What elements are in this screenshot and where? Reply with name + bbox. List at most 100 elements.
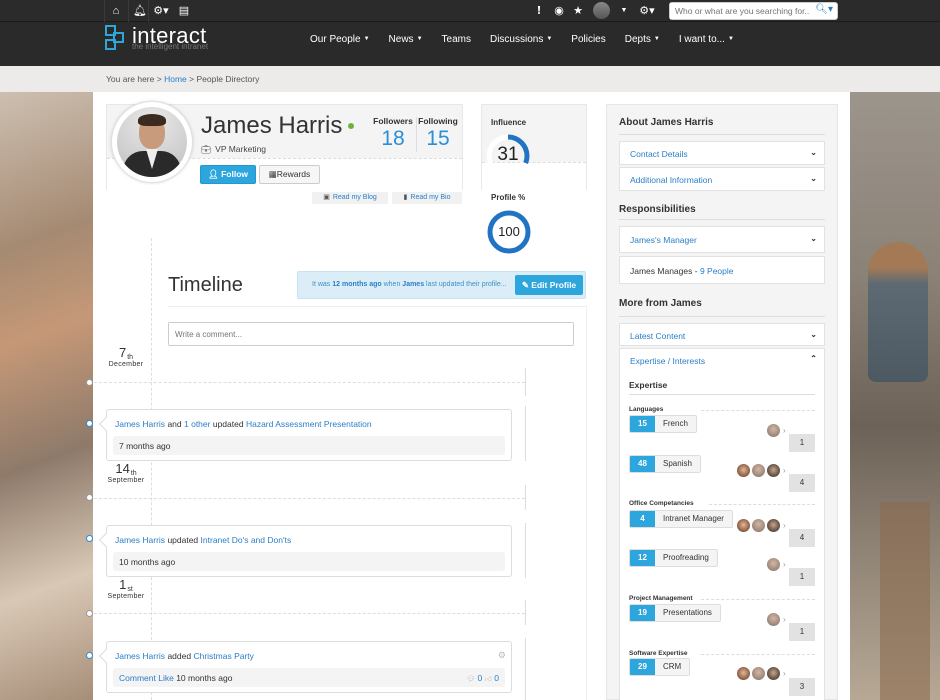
endorser-avatar[interactable] — [767, 424, 780, 437]
skill-tag[interactable]: 15 French — [629, 415, 697, 433]
endorser-avatar[interactable] — [767, 667, 780, 680]
endorser-avatar[interactable] — [737, 519, 750, 532]
activity-object-link[interactable]: Christmas Party — [193, 651, 253, 661]
endorser-avatar[interactable] — [752, 464, 765, 477]
read-bio-link[interactable]: ▮ Read my Bio — [392, 192, 462, 204]
edit-profile-button[interactable]: ✎ Edit Profile — [515, 275, 583, 295]
accordion-label: Contact Details — [630, 149, 688, 159]
user-avatar[interactable] — [593, 2, 610, 19]
activity-actor-link[interactable]: James Harris — [115, 419, 165, 429]
chevron-right-icon[interactable]: › — [783, 521, 786, 530]
endorser-avatar[interactable] — [752, 667, 765, 680]
nav-item-our-people[interactable]: Our People ▼ — [310, 34, 370, 45]
home-icon[interactable]: ⌂ — [108, 3, 124, 19]
gear-icon[interactable]: ⚙ — [498, 650, 506, 661]
expertise-accordion[interactable]: Expertise / Interests ⌃ — [619, 348, 825, 372]
follow-button[interactable]: 👤︎ Follow — [200, 165, 256, 184]
accordion-label: James's Manager — [630, 235, 697, 245]
endorsement-count: 29 — [630, 659, 655, 675]
endorser-avatar[interactable] — [767, 464, 780, 477]
skill-tag[interactable]: 4 Intranet Manager — [629, 510, 733, 528]
skill-tag[interactable]: 19 Presentations — [629, 604, 721, 622]
nav-item-policies[interactable]: Policies — [571, 34, 605, 45]
rewards-button[interactable]: ▦Rewards — [259, 165, 320, 184]
search-icon[interactable]: 🔍︎▾ — [815, 4, 833, 15]
endorsers[interactable]: › — [765, 613, 786, 626]
following-stat[interactable]: Following 15 — [418, 116, 458, 151]
followers-stat[interactable]: Followers 18 — [373, 116, 413, 151]
settings-icon[interactable]: ⚙▾ — [639, 3, 655, 19]
read-blog-link[interactable]: ▣ Read my Blog — [312, 192, 388, 204]
endorser-total[interactable]: 3 — [789, 678, 815, 696]
endorser-avatar[interactable] — [767, 558, 780, 571]
chevron-right-icon[interactable]: › — [783, 466, 786, 475]
endorser-total[interactable]: 4 — [789, 474, 815, 492]
nav-item-label: Policies — [571, 34, 606, 45]
chevron-right-icon[interactable]: › — [783, 615, 786, 624]
comment-input[interactable] — [169, 323, 573, 345]
manager-accordion[interactable]: James's Manager ⌄ — [619, 226, 825, 253]
nav-item-depts[interactable]: Depts ▼ — [625, 34, 660, 45]
skill-name: Spanish — [655, 456, 700, 472]
timeline-node — [86, 379, 93, 386]
activity-object-link[interactable]: Hazard Assessment Presentation — [246, 419, 372, 429]
endorser-avatar[interactable] — [767, 519, 780, 532]
endorser-avatar[interactable] — [737, 667, 750, 680]
nav-item-teams[interactable]: Teams — [442, 34, 471, 45]
comment-box — [168, 322, 574, 346]
edit-profile-label: Edit Profile — [531, 280, 577, 290]
activity-counts: 💬︎ 0 👍︎ 0 — [466, 673, 499, 683]
star-icon[interactable]: ★ — [570, 3, 586, 19]
latest-content-accordion[interactable]: Latest Content ⌄ — [619, 323, 825, 346]
nav-item-news[interactable]: News ▼ — [389, 34, 423, 45]
search-box: 🔍︎▾ — [669, 2, 838, 20]
endorsers[interactable]: › — [765, 424, 786, 437]
gear-dropdown-icon[interactable]: ⚙▾ — [153, 3, 169, 19]
nav-menu: Our People ▼ News ▼ Teams Discussions ▼ Policie… — [310, 34, 753, 45]
endorsers[interactable]: › — [765, 558, 786, 571]
additional-info-accordion[interactable]: Additional Information ⌄ — [619, 167, 825, 191]
activity-others-link[interactable]: 1 other — [184, 419, 210, 429]
endorser-total[interactable]: 1 — [789, 568, 815, 586]
skill-tag[interactable]: 48 Spanish — [629, 455, 701, 473]
expertise-category: Project Management — [629, 595, 815, 602]
profile-photo — [111, 101, 193, 183]
skill-name: Intranet Manager — [655, 511, 732, 527]
endorser-avatar[interactable] — [737, 464, 750, 477]
caret-down-icon: ▼ — [546, 36, 553, 42]
comment-link[interactable]: Comment — [119, 673, 156, 683]
activity-actor-link[interactable]: James Harris — [115, 535, 165, 545]
chevron-down-icon: ⌄ — [810, 330, 817, 339]
endorser-avatar[interactable] — [767, 613, 780, 626]
endorsers[interactable]: › — [735, 464, 786, 477]
endorsers[interactable]: › — [735, 667, 786, 680]
chevron-down-icon[interactable]: ▼ — [616, 3, 632, 19]
manages-people-link[interactable]: 9 People — [700, 266, 734, 276]
bell-icon[interactable]: 🔔︎ — [132, 3, 148, 19]
endorser-total[interactable]: 1 — [789, 623, 815, 641]
contact-details-accordion[interactable]: Contact Details ⌄ — [619, 141, 825, 165]
search-input[interactable] — [670, 3, 810, 19]
skill-tag[interactable]: 12 Proofreading — [629, 549, 718, 567]
activity-actor-link[interactable]: James Harris — [115, 651, 165, 661]
alert-icon[interactable]: ❗︎ — [531, 3, 547, 19]
nav-item-discussions[interactable]: Discussions ▼ — [490, 34, 552, 45]
activity-object-link[interactable]: Intranet Do's and Don'ts — [201, 535, 292, 545]
skill-tag[interactable]: 29 CRM — [629, 658, 691, 676]
document-icon[interactable]: ▤ — [176, 3, 192, 19]
eye-icon[interactable]: ◉ — [551, 3, 567, 19]
endorser-avatar[interactable] — [752, 519, 765, 532]
nav-item-i-want-to[interactable]: I want to... ▼ — [679, 34, 734, 45]
like-link[interactable]: Like — [158, 673, 174, 683]
skill-name: CRM — [655, 659, 690, 675]
chevron-right-icon[interactable]: › — [783, 426, 786, 435]
endorsers[interactable]: › — [735, 519, 786, 532]
breadcrumb-home[interactable]: Home — [164, 74, 187, 84]
chevron-right-icon[interactable]: › — [783, 669, 786, 678]
blog-icon: ▣ — [323, 194, 330, 201]
skill-name: Proofreading — [655, 550, 717, 566]
endorser-total[interactable]: 1 — [789, 434, 815, 452]
expertise-category: Software Expertise — [629, 650, 815, 657]
endorser-total[interactable]: 4 — [789, 529, 815, 547]
chevron-right-icon[interactable]: › — [783, 560, 786, 569]
